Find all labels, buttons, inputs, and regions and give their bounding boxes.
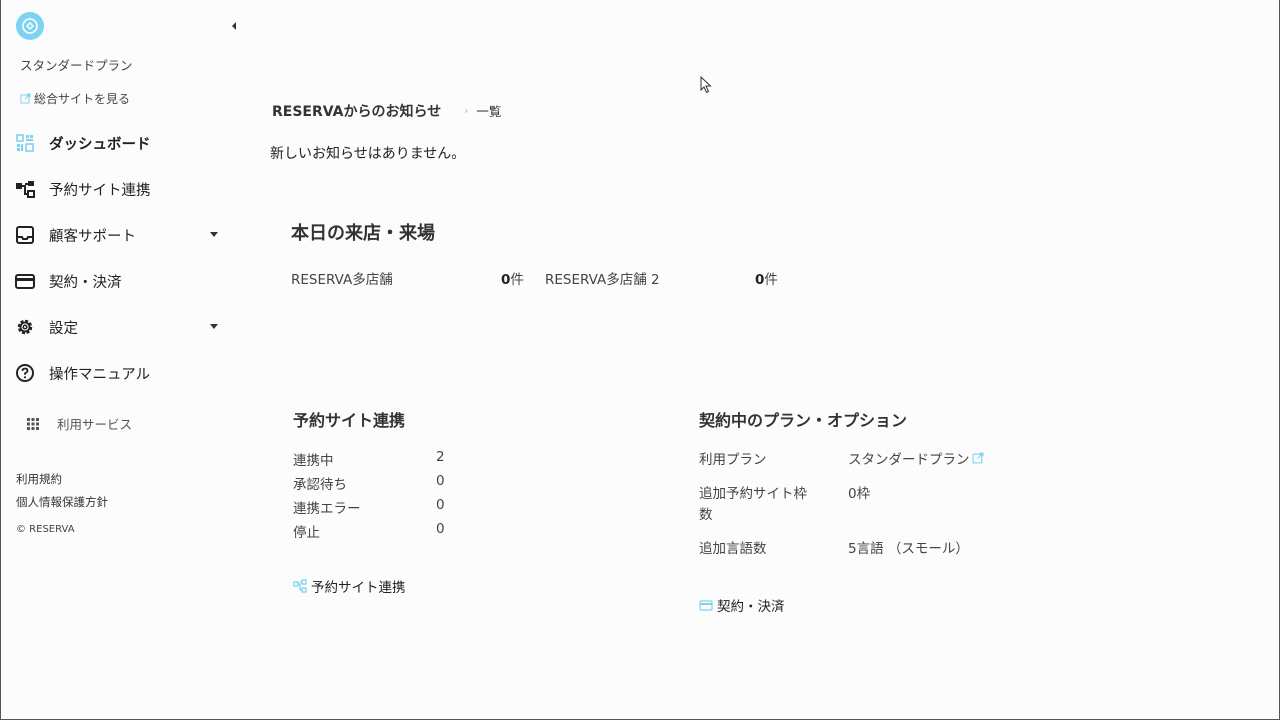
languages-label: 追加言語数 [699, 541, 767, 557]
store-count-unit: 件 [764, 272, 778, 288]
sidebar-item-label: 顧客サポート [49, 228, 136, 245]
contract-title: 契約中のプラン・オプション [699, 411, 908, 430]
triangle-left-icon [232, 22, 236, 30]
store-count: 0件 [501, 268, 524, 288]
sidebar-item-label: 操作マニュアル [49, 366, 151, 383]
today-title: 本日の来店・来場 [291, 223, 435, 244]
extra-sites-value: 0枠 [848, 486, 871, 502]
external-link-icon [972, 452, 983, 464]
chevron-down-icon[interactable] [210, 232, 218, 237]
integration-label: 連携中 [293, 453, 334, 469]
news-all-label: 一覧 [476, 104, 502, 119]
sidebar-item-dashboard[interactable]: ダッシュボード [14, 129, 224, 157]
contract-link-label: 契約・決済 [717, 599, 785, 615]
store-name: RESERVA多店舗 [291, 272, 393, 288]
collapse-sidebar-button[interactable] [230, 20, 240, 32]
sidebar-item-manual[interactable]: 操作マニュアル [14, 359, 224, 387]
sidebar-item-label: 設定 [49, 320, 78, 337]
integration-value: 0 [436, 521, 445, 537]
integration-value: 2 [436, 449, 445, 465]
chevron-down-icon[interactable] [210, 324, 218, 329]
services-label: 利用サービス [57, 417, 133, 432]
sidebar-item-contract[interactable]: 契約・決済 [14, 267, 224, 295]
sidebar-item-label: 契約・決済 [49, 274, 122, 291]
integration-title: 予約サイト連携 [293, 411, 406, 430]
contract-link[interactable]: 契約・決済 [699, 595, 785, 615]
news-empty-message: 新しいお知らせはありません。 [270, 146, 466, 162]
languages-value: 5言語 （スモール） [848, 541, 969, 557]
services-menu[interactable]: 利用サービス [26, 414, 132, 433]
store-count-unit: 件 [510, 272, 524, 288]
integration-link[interactable]: 予約サイト連携 [293, 576, 406, 596]
plan-name: スタンダードプラン [20, 58, 133, 73]
site-link[interactable]: 総合サイトを見る [20, 90, 130, 107]
store-count: 0件 [755, 268, 778, 288]
inbox-icon [14, 224, 36, 246]
external-link-icon [20, 93, 31, 104]
gear-icon [14, 316, 36, 338]
terms-link[interactable]: 利用規約 [16, 471, 62, 487]
dashboard-icon [14, 132, 36, 154]
integration-link-label: 予約サイト連携 [311, 580, 406, 596]
integration-label: 承認待ち [293, 477, 347, 493]
sidebar-item-customer-support[interactable]: 顧客サポート [14, 221, 224, 249]
sidebar: スタンダードプラン 総合サイトを見る ダッシュボード 予約サイト連携 顧客サポー… [0, 0, 240, 720]
grid-icon [26, 417, 40, 431]
chevron-right-icon: › [464, 104, 469, 117]
integration-value: 0 [436, 473, 445, 489]
copyright: © RESERVA [16, 524, 75, 535]
store-count-value: 0 [755, 272, 765, 288]
sitemap-icon [293, 579, 307, 593]
extra-sites-label: 追加予約サイト枠 [699, 486, 807, 502]
reserva-logo[interactable] [16, 12, 44, 40]
news-all-link[interactable]: › 一覧 [464, 101, 501, 120]
mouse-cursor-icon [700, 75, 712, 98]
sidebar-item-settings[interactable]: 設定 [14, 313, 224, 341]
sitemap-icon [14, 178, 36, 200]
plan-value-link[interactable]: スタンダードプラン [848, 448, 984, 468]
integration-label: 連携エラー [293, 501, 361, 517]
store-count-value: 0 [501, 272, 511, 288]
credit-card-icon [14, 270, 36, 292]
site-link-label: 総合サイトを見る [34, 92, 131, 106]
plan-value: スタンダードプラン [848, 452, 970, 468]
integration-value: 0 [436, 497, 445, 513]
logo-icon [22, 18, 38, 34]
store-name: RESERVA多店舗 2 [545, 272, 660, 288]
integration-label: 停止 [293, 525, 320, 541]
sidebar-item-label: 予約サイト連携 [49, 182, 151, 199]
privacy-link[interactable]: 個人情報保護方針 [16, 494, 108, 510]
plan-label: 利用プラン [699, 452, 767, 468]
extra-sites-label-cont: 数 [699, 507, 713, 523]
sidebar-item-site-integration[interactable]: 予約サイト連携 [14, 175, 224, 203]
sidebar-item-label: ダッシュボード [49, 136, 151, 153]
help-icon [14, 362, 36, 384]
news-title: RESERVAからのお知らせ [272, 104, 442, 120]
credit-card-icon [699, 600, 713, 611]
